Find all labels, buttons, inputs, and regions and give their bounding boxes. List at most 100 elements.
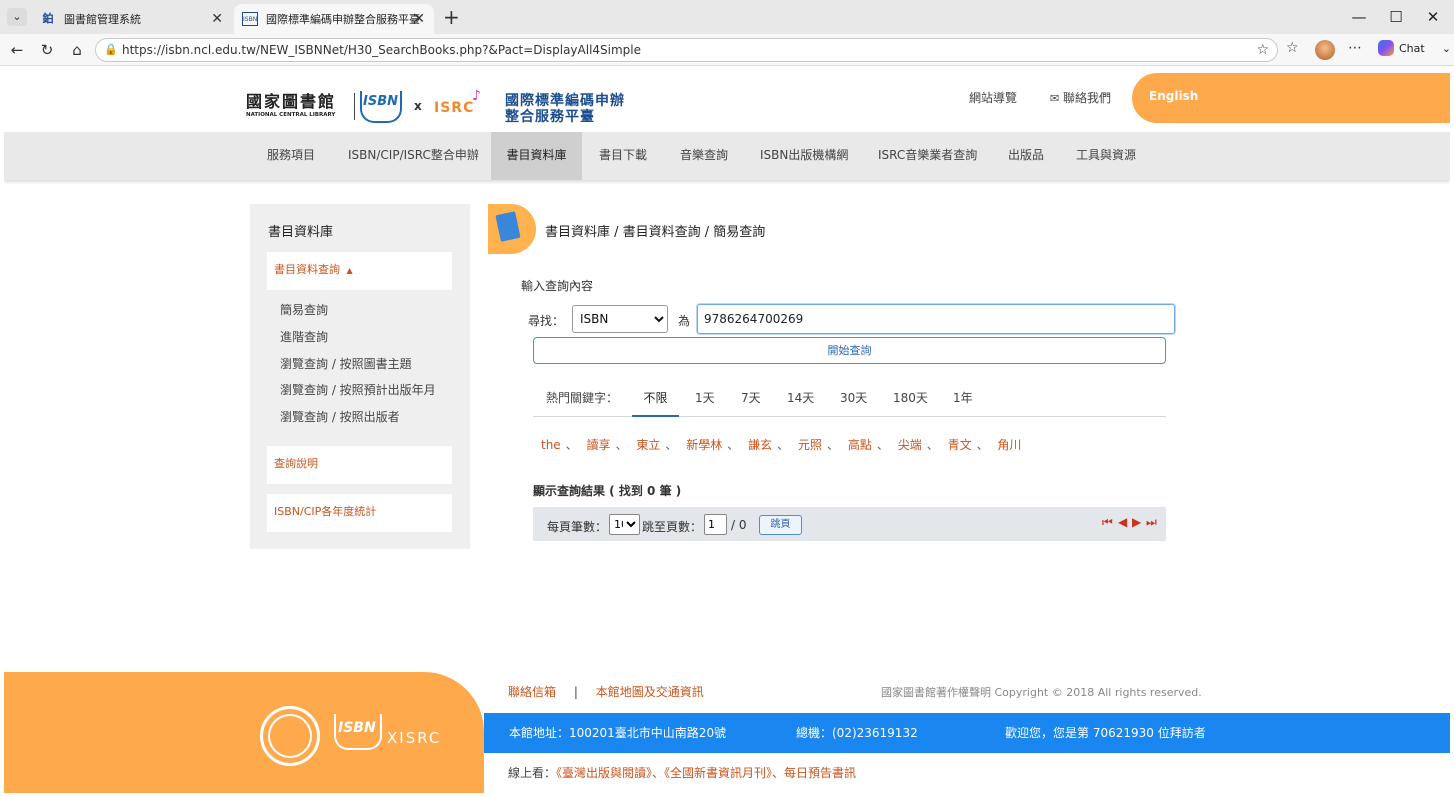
- profile-avatar[interactable]: [1315, 40, 1335, 60]
- sidebar-help[interactable]: 查詢說明: [267, 446, 452, 484]
- keyword-link[interactable]: the: [541, 438, 561, 452]
- search-input[interactable]: [697, 304, 1175, 334]
- ncl-logo[interactable]: 國家圖書館 NATIONAL CENTRAL LIBRARY: [246, 93, 351, 123]
- keyword-link[interactable]: 元照: [798, 438, 822, 452]
- nav-services[interactable]: 服務項目: [267, 132, 315, 180]
- tab-period-1y[interactable]: 1年: [953, 384, 973, 417]
- sidebar-item-by-date[interactable]: 瀏覽查詢 / 按照預計出版年月: [280, 381, 436, 398]
- tab-period-180d[interactable]: 180天: [893, 384, 928, 417]
- separator: 、: [876, 438, 889, 452]
- tab-period-14d[interactable]: 14天: [787, 384, 814, 417]
- first-page-icon[interactable]: ⏮: [1102, 515, 1114, 530]
- sidebar-item-advanced[interactable]: 進階查詢: [280, 328, 328, 345]
- start-search-button[interactable]: 開始查詢: [533, 337, 1166, 364]
- close-tab-icon[interactable]: ✕: [413, 11, 425, 27]
- hot-keyword-list: the、 讀享、 東立、 新學林、 謙玄、 元照、 高點、 尖端、 青文、 角川: [541, 436, 1021, 453]
- nav-integrated-apply[interactable]: ISBN/CIP/ISRC整合申辦: [348, 132, 479, 180]
- favorites-icon[interactable]: ☆: [1286, 40, 1299, 56]
- copilot-chat-button[interactable]: Chat ⌄: [1378, 40, 1451, 56]
- nav-bibliographic-db[interactable]: 書目資料庫: [491, 132, 582, 180]
- keyword-link[interactable]: 青文: [948, 438, 972, 452]
- prev-page-icon[interactable]: ◀: [1118, 515, 1128, 529]
- nav-isbn-publishers[interactable]: ISBN出版機構網: [760, 132, 848, 180]
- per-page-label: 每頁筆數：: [547, 520, 608, 534]
- isrc-logo[interactable]: ISRC ♪: [434, 88, 486, 122]
- keyword-link[interactable]: 高點: [848, 438, 872, 452]
- tab-label: 不限: [643, 391, 668, 405]
- back-icon[interactable]: ←: [7, 41, 27, 59]
- hot-keyword-label: 熱門關鍵字：: [546, 391, 619, 405]
- result-prefix: 顯示查詢結果 ( 找到: [533, 484, 648, 498]
- sidebar-item-by-subject[interactable]: 瀏覽查詢 / 按照圖書主題: [280, 355, 412, 372]
- sidebar-item-simple[interactable]: 簡易查詢: [280, 301, 328, 318]
- keyword-link[interactable]: 尖端: [898, 438, 922, 452]
- tab-period-30d[interactable]: 30天: [840, 384, 867, 417]
- contact-link[interactable]: ✉ 聯絡我們: [1050, 89, 1111, 106]
- chevron-down-icon: ⌄: [1441, 41, 1451, 55]
- breadcrumb: 書目資料庫 / 書目資料查詢 / 簡易查詢: [545, 225, 766, 240]
- sidebar-title: 書目資料庫: [268, 225, 334, 240]
- new-tab-icon[interactable]: +: [443, 5, 460, 29]
- tab-period-7d[interactable]: 7天: [741, 384, 761, 417]
- search-field-select[interactable]: ISBN: [572, 305, 668, 333]
- jump-button[interactable]: 跳頁: [759, 515, 802, 535]
- sidebar-stats[interactable]: ISBN/CIP各年度統計: [267, 494, 452, 532]
- last-page-icon[interactable]: ⏭: [1146, 515, 1158, 530]
- footer-isrc-logo: XISRC: [387, 729, 442, 747]
- footer-info-bar: 本館地址：100201臺北市中山南路20號 總機：(02)23619132 歡迎…: [484, 713, 1450, 753]
- nav-isrc-industry[interactable]: ISRC音樂業者查詢: [878, 132, 977, 180]
- keyword-link[interactable]: 角川: [997, 438, 1021, 452]
- logo-x: x: [414, 99, 422, 113]
- footer-map-link[interactable]: 本館地圖及交通資訊: [596, 685, 704, 699]
- tab-list-dropdown-icon[interactable]: ⌄: [7, 8, 27, 26]
- maximize-icon[interactable]: ☐: [1386, 8, 1406, 26]
- keyword-link[interactable]: 東立: [636, 438, 660, 452]
- nav-download[interactable]: 書目下載: [599, 132, 647, 180]
- isbn-favicon-icon: ISBN: [242, 12, 258, 26]
- find-label: 尋找：: [528, 314, 565, 328]
- tab-period-1d[interactable]: 1天: [695, 384, 715, 417]
- book-icon: [488, 204, 536, 254]
- tab-title: 國際標準編碼申辦整合服務平臺: [266, 13, 420, 26]
- nav-music-search[interactable]: 音樂查詢: [680, 132, 728, 180]
- tab-period-all[interactable]: 不限: [632, 384, 679, 417]
- per-page-select[interactable]: 10: [609, 514, 640, 535]
- music-note-icon: ♪: [472, 88, 481, 104]
- refresh-icon[interactable]: ↻: [37, 41, 57, 59]
- sidebar-group-search[interactable]: 書目資料查詢 ▲: [267, 252, 452, 290]
- mail-icon: ✉: [1050, 92, 1060, 105]
- keyword-link[interactable]: 讀享: [587, 438, 611, 452]
- sitemap-link[interactable]: 網站導覽: [969, 89, 1017, 106]
- input-heading: 輸入查詢內容: [521, 279, 594, 293]
- more-options-icon[interactable]: ⋯: [1348, 40, 1362, 56]
- chat-label: Chat: [1399, 41, 1425, 55]
- close-window-icon[interactable]: ✕: [1423, 8, 1443, 26]
- footer-link-separator: |: [573, 685, 578, 699]
- browser-tab-1[interactable]: 鉑 圖書館管理系統 ✕: [32, 4, 232, 34]
- browser-tab-2[interactable]: ISBN 國際標準編碼申辦整合服務平臺 ✕: [234, 4, 434, 34]
- separator: 、: [777, 438, 790, 452]
- close-tab-icon[interactable]: ✕: [211, 11, 223, 27]
- tab-title: 圖書館管理系統: [64, 13, 141, 26]
- keyword-link[interactable]: 謙玄: [748, 438, 772, 452]
- english-button[interactable]: English: [1132, 73, 1450, 123]
- page-number-input[interactable]: [704, 514, 727, 535]
- next-page-icon[interactable]: ▶: [1132, 515, 1142, 529]
- home-icon[interactable]: ⌂: [67, 41, 87, 59]
- sidebar-item-by-publisher[interactable]: 瀏覽查詢 / 按照出版者: [280, 408, 400, 425]
- hot-keyword-tabs: 熱門關鍵字： 不限 1天 7天 14天 30天 180天 1年: [533, 384, 1166, 417]
- separator: 、: [727, 438, 740, 452]
- minimize-icon[interactable]: —: [1349, 8, 1369, 26]
- page: 國家圖書館 NATIONAL CENTRAL LIBRARY ISBN x IS…: [4, 66, 1450, 793]
- nav-tools[interactable]: 工具與資源: [1076, 132, 1136, 180]
- favorite-star-icon[interactable]: ☆: [1256, 39, 1269, 61]
- separator: 、: [926, 438, 939, 452]
- keyword-link[interactable]: 新學林: [686, 438, 722, 452]
- isbn-logo[interactable]: ISBN: [360, 91, 402, 123]
- footer-address: 本館地址：100201臺北市中山南路20號: [509, 726, 727, 740]
- address-bar[interactable]: 🔒 https://isbn.ncl.edu.tw/NEW_ISBNNet/H3…: [95, 38, 1278, 62]
- site-info-icon[interactable]: 🔒: [104, 39, 118, 61]
- footer-online-links[interactable]: 《臺灣出版與閱讀》、《全國新書資訊月刊》、每日預告書訊: [556, 766, 856, 780]
- nav-publications[interactable]: 出版品: [1008, 132, 1044, 180]
- footer-mail-link[interactable]: 聯絡信箱: [508, 685, 556, 699]
